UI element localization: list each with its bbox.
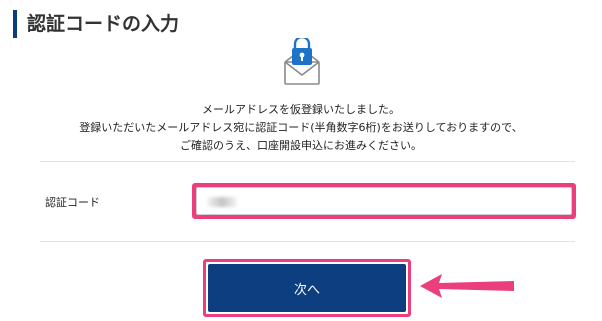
page-title: 認証コードの入力 bbox=[27, 13, 180, 35]
confirmation-message: メールアドレスを仮登録いたしました。 登録いただいたメールアドレス宛に認証コード… bbox=[0, 101, 602, 155]
code-field-highlight bbox=[192, 183, 576, 219]
divider-bottom bbox=[40, 241, 575, 242]
next-button-highlight: 次へ bbox=[203, 259, 411, 317]
code-input[interactable] bbox=[196, 187, 572, 215]
title-accent-bar bbox=[13, 10, 17, 38]
arrow-left-icon bbox=[420, 274, 514, 298]
redacted-code-value bbox=[207, 197, 237, 207]
page: 認証コードの入力 メールアドレスを仮登録いたしました。 登録いただいたメールアド… bbox=[0, 0, 602, 321]
divider-top bbox=[40, 161, 575, 162]
next-button[interactable]: 次へ bbox=[208, 264, 406, 312]
message-line-1: メールアドレスを仮登録いたしました。 bbox=[202, 103, 400, 116]
message-line-3: ご確認のうえ、口座開設申込にお進みください。 bbox=[180, 139, 422, 152]
message-line-2: 登録いただいたメールアドレス宛に認証コード(半角数字6桁)をお送りしておりますの… bbox=[79, 121, 523, 134]
code-field-label: 認証コード bbox=[45, 196, 100, 209]
envelope-lock-icon bbox=[284, 38, 320, 85]
